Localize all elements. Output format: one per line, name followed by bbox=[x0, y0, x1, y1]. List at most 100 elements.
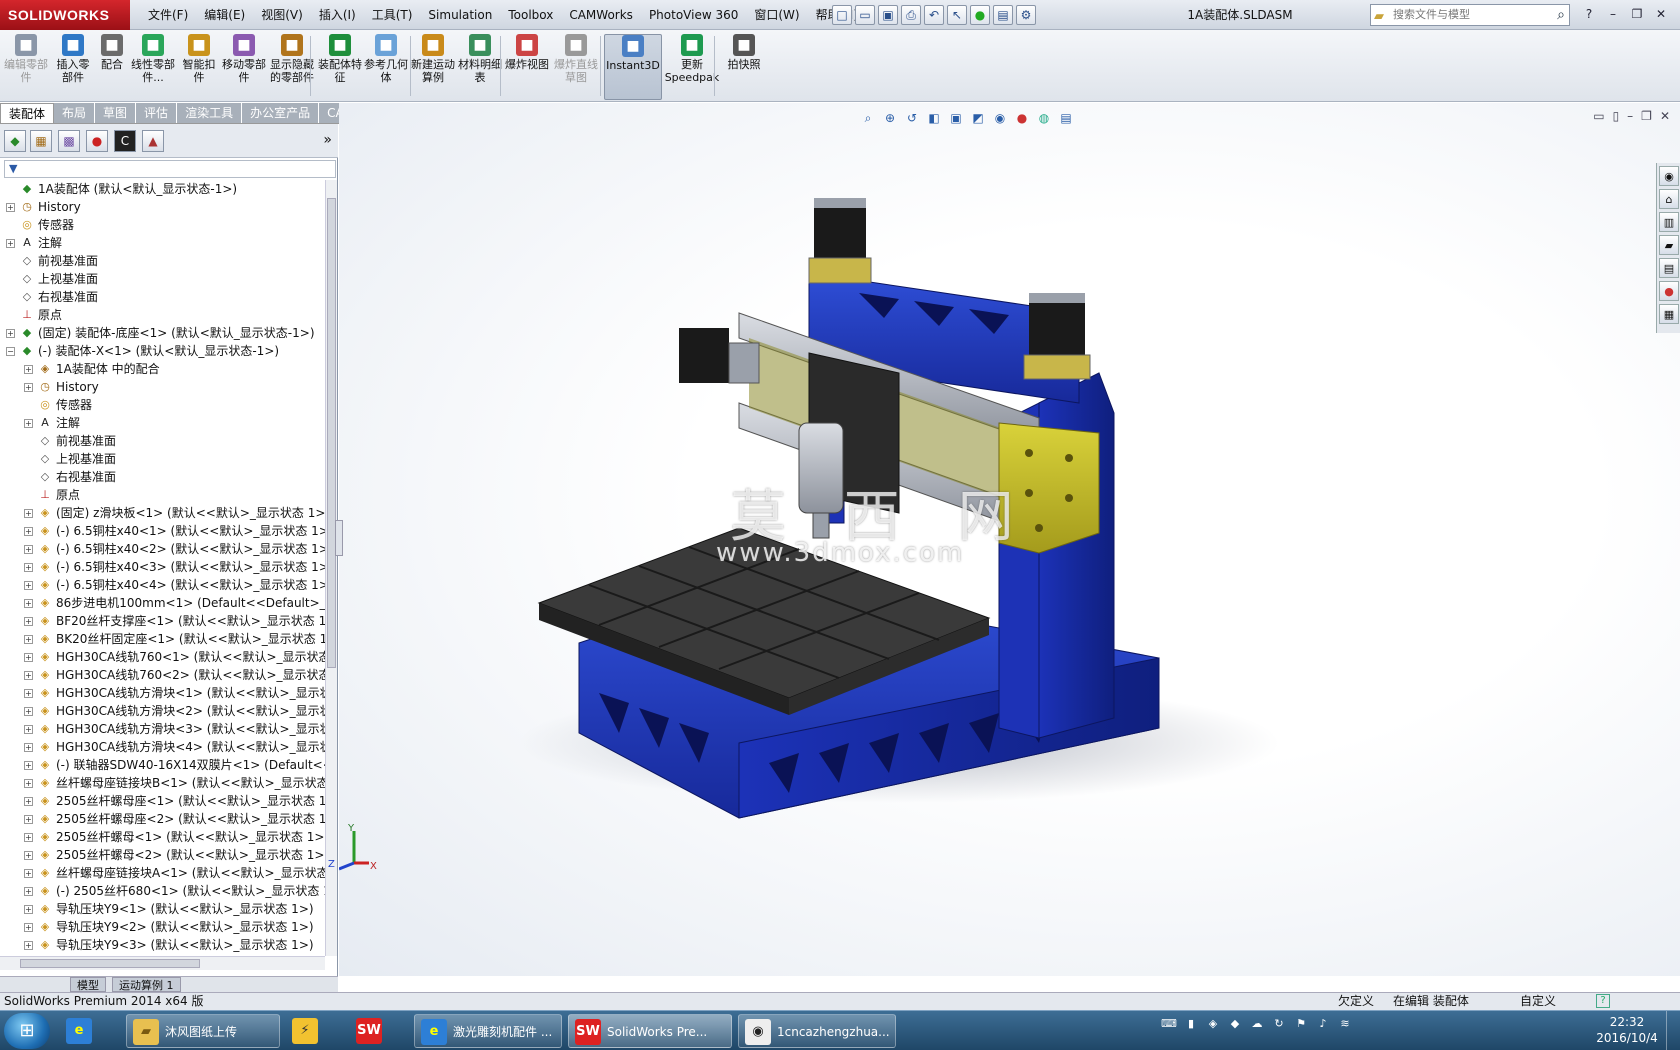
ribbon-instant3d-button[interactable]: ■ Instant3D bbox=[604, 34, 662, 100]
ribbon-snapshot-button[interactable]: ■ 拍快照 bbox=[722, 34, 766, 100]
ribbon-mate-button[interactable]: ■ 配合 bbox=[96, 34, 128, 100]
ribbon-explode-line-button[interactable]: ■ 爆炸直线草图 bbox=[552, 34, 600, 100]
tree-item[interactable]: ◇ 上视基准面 bbox=[0, 270, 325, 288]
print-icon[interactable]: ⎙ bbox=[901, 5, 921, 25]
tree-item[interactable]: + ◈ (-) 6.5铜柱x40<4> (默认<<默认>_显示状态 1>) bbox=[0, 576, 325, 594]
menu-3[interactable]: 插入(I) bbox=[311, 0, 364, 30]
file-explorer-icon[interactable]: ▰ bbox=[1659, 235, 1679, 255]
ribbon-assembly-feature-button[interactable]: ■ 装配体特征 bbox=[318, 34, 362, 100]
tree-item[interactable]: ◎ 传感器 bbox=[0, 396, 325, 414]
tree-item[interactable]: + ◈ HGH30CA线轨760<2> (默认<<默认>_显示状态 bbox=[0, 666, 325, 684]
expand-toggle[interactable]: + bbox=[24, 743, 33, 752]
tree-item[interactable]: + A 注解 bbox=[0, 414, 325, 432]
configuration-tab-icon[interactable]: ▩ bbox=[58, 130, 80, 152]
expand-toggle[interactable]: + bbox=[24, 509, 33, 518]
ribbon-explode-view-button[interactable]: ■ 爆炸视图 bbox=[504, 34, 550, 100]
expand-toggle[interactable]: + bbox=[24, 761, 33, 770]
start-button[interactable]: ⊞ bbox=[4, 1013, 50, 1049]
tree-item[interactable]: + ◆ (固定) 装配体-底座<1> (默认<默认_显示状态-1>) bbox=[0, 324, 325, 342]
tree-item[interactable]: + ◈ HGH30CA线轨方滑块<4> (默认<<默认>_显示状 bbox=[0, 738, 325, 756]
clock[interactable]: 22:32 2016/10/4 bbox=[1596, 1014, 1658, 1046]
tree-item[interactable]: + ◷ History bbox=[0, 198, 325, 216]
cloud-icon[interactable]: ☁ bbox=[1248, 1015, 1266, 1033]
tree-filter[interactable]: ▼ bbox=[4, 160, 336, 178]
taskbar-item-0[interactable]: ▰ 沐风图纸上传 bbox=[126, 1014, 280, 1048]
tab-4[interactable]: 渲染工具 bbox=[177, 103, 243, 123]
expand-toggle[interactable]: + bbox=[24, 887, 33, 896]
tab-2[interactable]: 草图 bbox=[95, 103, 137, 123]
ribbon-motion-study-button[interactable]: ■ 新建运动算例 bbox=[410, 34, 456, 100]
keyboard-icon[interactable]: ⌨ bbox=[1160, 1015, 1178, 1033]
menu-7[interactable]: CAMWorks bbox=[561, 0, 641, 30]
custom-properties-icon[interactable]: ▦ bbox=[1659, 304, 1679, 324]
save-icon[interactable]: ▣ bbox=[878, 5, 898, 25]
expand-toggle[interactable]: + bbox=[24, 383, 33, 392]
tree-item[interactable]: + ◈ BK20丝杆固定座<1> (默认<<默认>_显示状态 1 bbox=[0, 630, 325, 648]
network-icon[interactable]: ◈ bbox=[1204, 1015, 1222, 1033]
camworks-tab-icon[interactable]: C bbox=[114, 130, 136, 152]
tree-item[interactable]: + ◈ HGH30CA线轨760<1> (默认<<默认>_显示状态 bbox=[0, 648, 325, 666]
file-properties-icon[interactable]: ▤ bbox=[993, 5, 1013, 25]
flag-icon[interactable]: ⚑ bbox=[1292, 1015, 1310, 1033]
wifi-icon[interactable]: ≋ bbox=[1336, 1015, 1354, 1033]
scroll-thumb[interactable] bbox=[327, 198, 336, 668]
expand-toggle[interactable]: + bbox=[24, 797, 33, 806]
tree-item[interactable]: + ◈ (-) 2505丝杆680<1> (默认<<默认>_显示状态 1 bbox=[0, 882, 325, 900]
expand-toggle[interactable]: + bbox=[24, 851, 33, 860]
search-icon[interactable]: ⌕ bbox=[1557, 5, 1565, 25]
view-palette-icon[interactable]: ▤ bbox=[1659, 258, 1679, 278]
menu-2[interactable]: 视图(V) bbox=[253, 0, 311, 30]
simulation-tab-icon[interactable]: ▲ bbox=[142, 130, 164, 152]
expand-toggle[interactable]: + bbox=[24, 545, 33, 554]
taskbar-item-3[interactable]: ◉ 1cncazhengzhua... bbox=[738, 1014, 896, 1048]
tree-item[interactable]: ◇ 右视基准面 bbox=[0, 288, 325, 306]
menu-8[interactable]: PhotoView 360 bbox=[641, 0, 746, 30]
tree-item[interactable]: + ◈ (-) 联轴器SDW40-16X14双膜片<1> (Default<< bbox=[0, 756, 325, 774]
expand-toggle[interactable]: + bbox=[24, 599, 33, 608]
tree-item[interactable]: ⊥ 原点 bbox=[0, 306, 325, 324]
design-library-icon[interactable]: ▥ bbox=[1659, 212, 1679, 232]
battery-icon[interactable]: ▮ bbox=[1182, 1015, 1200, 1033]
tree-item[interactable]: ◇ 前视基准面 bbox=[0, 252, 325, 270]
options-icon[interactable]: ⚙ bbox=[1016, 5, 1036, 25]
expand-toggle[interactable]: + bbox=[24, 617, 33, 626]
expand-toggle[interactable]: + bbox=[24, 707, 33, 716]
security-icon[interactable]: ◆ bbox=[1226, 1015, 1244, 1033]
expand-toggle[interactable]: + bbox=[24, 833, 33, 842]
tree-item[interactable]: ◇ 前视基准面 bbox=[0, 432, 325, 450]
update-icon[interactable]: ↻ bbox=[1270, 1015, 1288, 1033]
pinned-solidworks[interactable]: SW bbox=[350, 1014, 406, 1048]
volume-icon[interactable]: ♪ bbox=[1314, 1015, 1332, 1033]
tab-0[interactable]: 装配体 bbox=[0, 103, 55, 123]
new-document-icon[interactable]: □ bbox=[832, 5, 852, 25]
tree-item[interactable]: + ◈ 导轨压块Y9<1> (默认<<默认>_显示状态 1>) bbox=[0, 900, 325, 918]
tree-item[interactable]: + ◈ 2505丝杆螺母座<2> (默认<<默认>_显示状态 1 bbox=[0, 810, 325, 828]
tree-item[interactable]: + ◷ History bbox=[0, 378, 325, 396]
tab-5[interactable]: 办公室产品 bbox=[242, 103, 320, 123]
status-help-icon[interactable]: ? bbox=[1596, 994, 1610, 1008]
minimize-icon[interactable]: – bbox=[1604, 4, 1622, 24]
expand-toggle[interactable]: + bbox=[24, 527, 33, 536]
model-tab-0[interactable]: 模型 bbox=[70, 977, 106, 992]
expand-toggle[interactable]: + bbox=[24, 815, 33, 824]
solidworks-logo[interactable]: SOLIDWORKS bbox=[0, 0, 130, 30]
expand-panel-icon[interactable]: » bbox=[323, 132, 332, 148]
expand-toggle[interactable]: + bbox=[24, 419, 33, 428]
solidworks-resources-icon[interactable]: ◉ bbox=[1659, 166, 1679, 186]
taskbar-item-2[interactable]: SW SolidWorks Pre... bbox=[568, 1014, 732, 1048]
menu-6[interactable]: Toolbox bbox=[500, 0, 561, 30]
tab-3[interactable]: 评估 bbox=[136, 103, 178, 123]
tree-item[interactable]: ⊥ 原点 bbox=[0, 486, 325, 504]
menu-0[interactable]: 文件(F) bbox=[140, 0, 196, 30]
tree-item[interactable]: + ◈ 2505丝杆螺母<1> (默认<<默认>_显示状态 1>) bbox=[0, 828, 325, 846]
taskbar-item-1[interactable]: e 激光雕刻机配件 ... bbox=[414, 1014, 562, 1048]
expand-toggle[interactable]: + bbox=[24, 365, 33, 374]
tab-1[interactable]: 布局 bbox=[54, 103, 96, 123]
ribbon-smart-fastener-button[interactable]: ■ 智能扣件 bbox=[178, 34, 220, 100]
search-input[interactable]: ▰ 搜索文件与模型 ⌕ bbox=[1370, 4, 1570, 26]
tree-item[interactable]: + ◈ 2505丝杆螺母<2> (默认<<默认>_显示状态 1>) bbox=[0, 846, 325, 864]
tree-item[interactable]: + ◈ HGH30CA线轨方滑块<1> (默认<<默认>_显示状 bbox=[0, 684, 325, 702]
tree-item[interactable]: + ◈ (固定) z滑块板<1> (默认<<默认>_显示状态 1>) bbox=[0, 504, 325, 522]
expand-toggle[interactable]: + bbox=[24, 941, 33, 950]
expand-toggle[interactable]: + bbox=[6, 329, 15, 338]
